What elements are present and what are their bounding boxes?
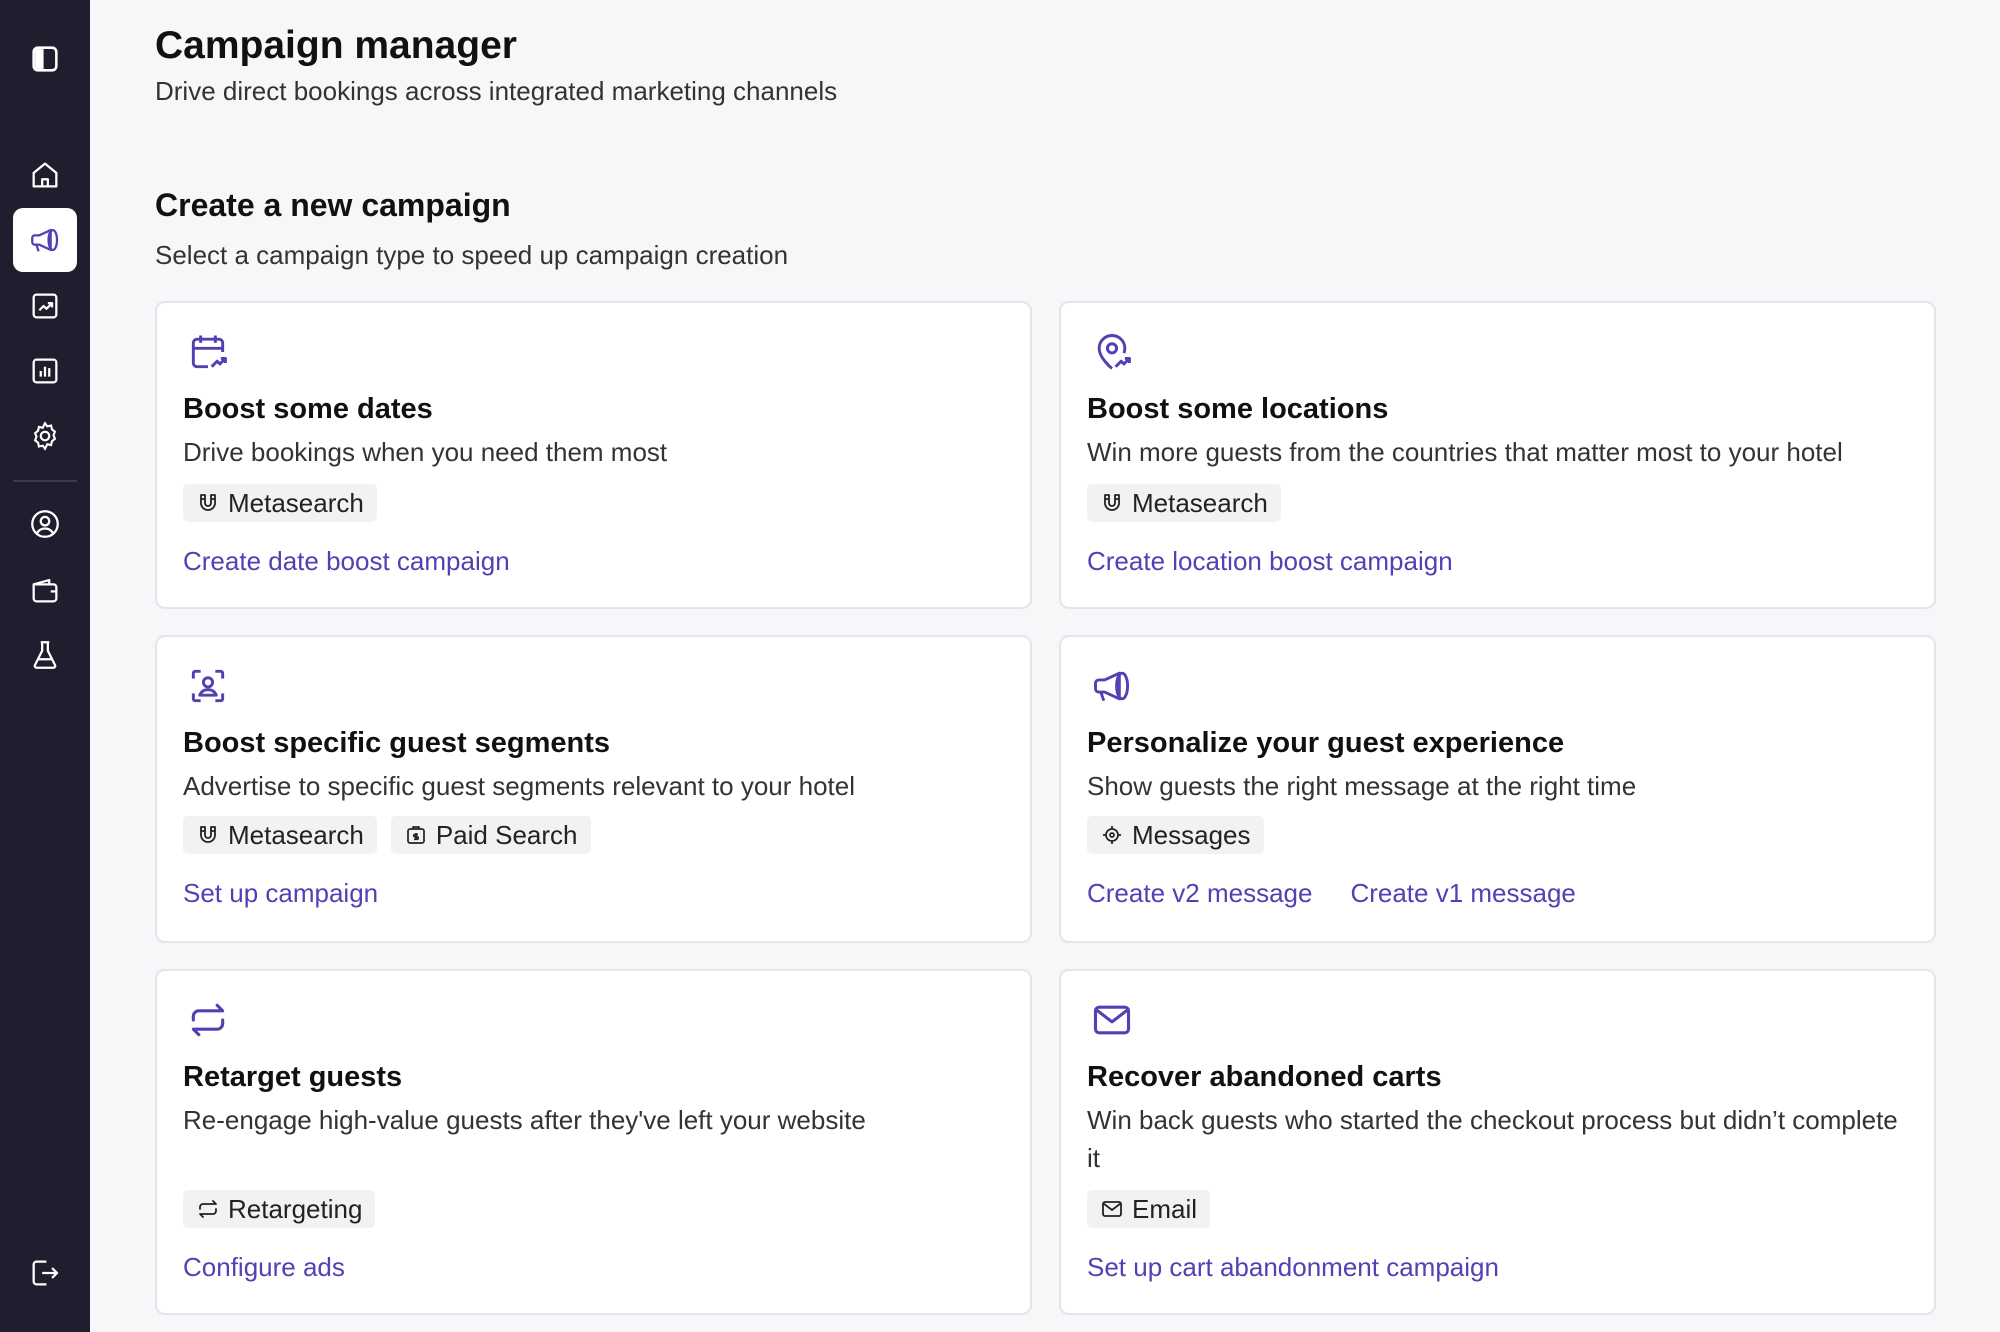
magnet-icon — [1104, 494, 1120, 511]
channel-tags: Messages — [1087, 816, 1264, 854]
section-title: Create a new campaign — [155, 187, 511, 223]
create-date-boost-link[interactable]: Create date boost campaign — [183, 546, 510, 577]
location-trend-icon — [1090, 330, 1134, 374]
sidebar-item-campaigns[interactable] — [13, 208, 77, 272]
card-description: Win more guests from the countries that … — [1087, 437, 1843, 467]
sidebar-divider — [13, 480, 77, 482]
card-actions: Set up cart abandonment campaign — [1087, 1252, 1499, 1283]
card-description: Re-engage high-value guests after they'v… — [183, 1105, 866, 1135]
card-description: Drive bookings when you need them most — [183, 437, 668, 467]
channel-tag: Metasearch — [183, 484, 377, 522]
card-title: Boost some locations — [1087, 393, 1389, 425]
mail-icon — [1102, 1201, 1122, 1217]
calendar-trend-icon — [186, 330, 230, 374]
campaign-card-location-boost: Boost some locations Win more guests fro… — [1059, 301, 1936, 609]
sidebar-item-billing[interactable] — [13, 558, 77, 622]
card-actions: Configure ads — [183, 1252, 345, 1283]
card-title: Retarget guests — [183, 1061, 403, 1093]
card-description: Win back guests who started the checkout… — [1087, 1105, 1898, 1173]
channel-tag-label: Retargeting — [228, 1193, 363, 1224]
sidebar-item-account[interactable] — [13, 492, 77, 556]
target-icon — [1103, 826, 1121, 844]
channel-tag: Paid Search — [390, 816, 591, 854]
campaign-card-date-boost: Boost some dates Drive bookings when you… — [155, 301, 1032, 609]
user-circle-icon — [31, 510, 59, 538]
channel-tag-label: Metasearch — [228, 487, 364, 518]
page-title: Campaign manager — [155, 24, 517, 67]
create-v1-message-link[interactable]: Create v1 message — [1350, 878, 1575, 909]
channel-tag-label: Paid Search — [435, 819, 578, 850]
logout-icon — [32, 1260, 59, 1286]
sidebar-toggle-icon — [32, 46, 58, 72]
sidebar-item-home[interactable] — [13, 143, 77, 207]
magnet-icon — [200, 494, 216, 511]
section-subtitle: Select a campaign type to speed up campa… — [155, 240, 789, 270]
campaign-card-guest-segments: Boost specific guest segments Advertise … — [155, 635, 1032, 943]
gear-icon — [33, 421, 57, 451]
set-up-cart-abandonment-link[interactable]: Set up cart abandonment campaign — [1087, 1252, 1499, 1283]
channel-tags: Metasearch Paid Search — [183, 816, 591, 854]
sidebar-toggle-button[interactable] — [13, 27, 77, 91]
mail-icon — [1090, 998, 1134, 1042]
channel-tags: Metasearch — [1087, 484, 1281, 522]
sidebar-item-labs[interactable] — [13, 623, 77, 687]
create-v2-message-link[interactable]: Create v2 message — [1087, 878, 1312, 909]
sidebar-item-settings[interactable] — [13, 404, 77, 468]
card-description: Show guests the right message at the rig… — [1087, 771, 1637, 801]
card-actions: Create location boost campaign — [1087, 546, 1453, 577]
card-actions: Create v2 message Create v1 message — [1087, 878, 1576, 909]
sidebar — [0, 0, 90, 1332]
channel-tag: Metasearch — [183, 816, 377, 854]
retarget-icon — [186, 998, 230, 1042]
sidebar-item-reports[interactable] — [13, 339, 77, 403]
channel-tag-label: Metasearch — [228, 819, 364, 850]
channel-tag: Metasearch — [1087, 484, 1281, 522]
page-subtitle: Drive direct bookings across integrated … — [155, 76, 838, 106]
retarget-icon — [199, 1200, 217, 1218]
magnet-icon — [200, 826, 216, 843]
card-title: Boost specific guest segments — [183, 727, 611, 759]
channel-tag: Messages — [1087, 816, 1264, 854]
channel-tag-label: Email — [1132, 1193, 1198, 1224]
channel-tags: Metasearch — [183, 484, 377, 522]
logout-button[interactable] — [13, 1241, 77, 1305]
campaign-card-personalize: Personalize your guest experience Show g… — [1059, 635, 1936, 943]
channel-tag-label: Metasearch — [1132, 487, 1268, 518]
campaign-card-retarget: Retarget guests Re-engage high-value gue… — [155, 969, 1032, 1315]
bar-chart-icon — [32, 358, 58, 384]
card-title: Personalize your guest experience — [1087, 727, 1565, 759]
trending-chart-icon — [32, 293, 58, 319]
card-title: Boost some dates — [183, 393, 433, 425]
channel-tag: Email — [1087, 1190, 1211, 1228]
wallet-icon — [32, 578, 58, 603]
paid-search-icon — [406, 826, 425, 844]
card-actions: Create date boost campaign — [183, 546, 510, 577]
user-focus-icon — [186, 664, 230, 708]
channel-tags: Email — [1087, 1190, 1211, 1228]
card-actions: Set up campaign — [183, 878, 378, 909]
home-icon — [32, 162, 58, 188]
sidebar-item-performance[interactable] — [13, 274, 77, 338]
megaphone-icon — [1090, 664, 1134, 708]
card-title: Recover abandoned carts — [1087, 1061, 1442, 1093]
create-location-boost-link[interactable]: Create location boost campaign — [1087, 546, 1453, 577]
channel-tag-label: Messages — [1132, 819, 1251, 850]
channel-tag: Retargeting — [183, 1190, 376, 1228]
megaphone-icon — [31, 228, 59, 252]
campaign-card-abandoned-carts: Recover abandoned carts Win back guests … — [1059, 969, 1936, 1315]
channel-tags: Retargeting — [183, 1190, 376, 1228]
card-description: Advertise to specific guest segments rel… — [183, 771, 856, 801]
set-up-campaign-link[interactable]: Set up campaign — [183, 878, 378, 909]
flask-icon — [33, 641, 57, 669]
configure-ads-link[interactable]: Configure ads — [183, 1252, 345, 1283]
